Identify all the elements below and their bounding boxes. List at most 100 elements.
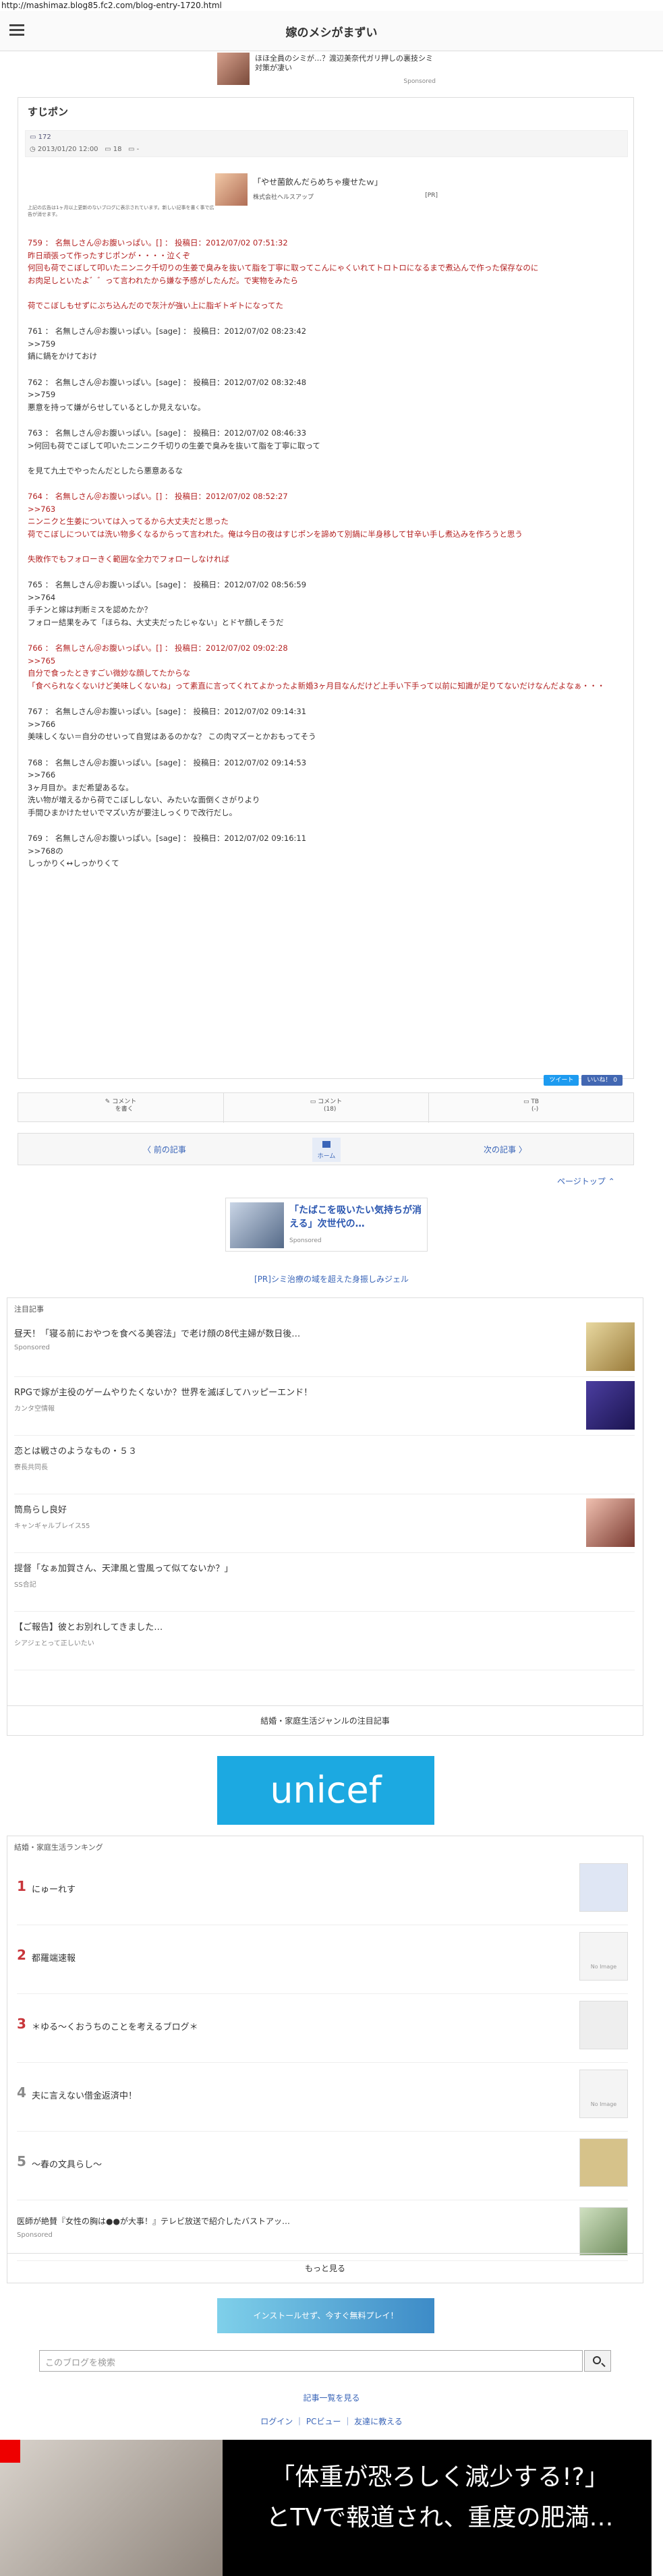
category-icon: ▭ [30,134,38,141]
post-line: >>759 [28,339,56,349]
ad-title[interactable]: 「やせ菌飲んだらめちゃ痩せたｗ」 [253,176,382,187]
ranking-title[interactable]: 都羅端速報 [32,1951,76,1964]
post-line: >>766 [28,770,56,780]
post-header: 765 ： 名無しさん＠お腹いっぱい。[sage] ： 投稿日：2012/07/… [28,580,307,589]
attention-title[interactable]: RPGで嫁が主役のゲームやりたくないか？世界を滅ぼしてハッピーエンド！ [14,1385,312,1398]
like-button[interactable]: いいね！ 0 [581,1075,623,1086]
prev-article-link[interactable]: 〈 前の記事 [143,1144,186,1155]
attention-source: Sponsored [14,1344,50,1351]
search-input[interactable]: このブログを検索 [39,2350,583,2372]
forum-post: 769 ： 名無しさん＠お腹いっぱい。[sage] ： 投稿日：2012/07/… [28,832,628,870]
post-header: 759 ： 名無しさん＠お腹いっぱい。[] ： 投稿日：2012/07/02 0… [28,238,288,247]
attention-item[interactable]: 昼天！「寝る前におやつを食べる美容法」で老け顔の8代主婦が数日後… Sponsor… [14,1318,635,1377]
article-ad[interactable]: 「やせ菌飲んだらめちゃ痩せたｗ」 株式会社ヘルスアップ [PR] [215,173,442,207]
ranking-item[interactable]: 1 にゅーれす [17,1856,628,1925]
search-button[interactable] [584,2350,611,2372]
write-comment-label: コメント を書く [112,1099,137,1113]
post-line: >>764 [28,592,56,602]
ad-thumbnail [579,2207,628,2256]
attention-item[interactable]: 恋とは戦さのようなもの・５３ 寮長共同長 [14,1436,635,1494]
attention-title[interactable]: 恋とは戦さのようなもの・５３ [14,1444,137,1457]
attention-title[interactable]: 昼天！「寝る前におやつを食べる美容法」で老け顔の8代主婦が数日後… [14,1326,300,1339]
post-line: 手間ひまかけたせいでマズい方が要注しっくりで改行だし。 [28,807,237,817]
attention-section: 注目記事 昼天！「寝る前におやつを食べる美容法」で老け顔の8代主婦が数日後… Sp… [7,1297,643,1736]
attention-title[interactable]: 筒鳥らし良好 [14,1502,67,1515]
ranking-thumbnail [579,2138,628,2187]
rank-number: 1 [17,1878,26,1894]
game-banner[interactable]: インストールせず、今すぐ無料プレイ！ [217,2298,434,2333]
post-line: ニンニクと生姜については入ってるから大丈夫だと思った [28,517,229,526]
comment-count[interactable]: 18 [113,146,122,153]
ranking-title[interactable]: 夫に言えない借金返済中！ [32,2088,137,2101]
ad-text[interactable]: 「たばこを吸いたい気持ちが消える」次世代の… [289,1204,423,1231]
ranking-item[interactable]: 5 ～春の文具らし～ [17,2132,628,2200]
attention-title[interactable]: 提督「なぁ加賀さん、天津風と雪風って似てないか？」 [14,1561,233,1574]
forum-post: 768 ： 名無しさん＠お腹いっぱい。[sage] ： 投稿日：2012/07/… [28,757,628,819]
post-line: 荷でこぼしについては洗い物多くなるからって言われた。俺は今日の夜はすじポンを諦め… [28,529,523,539]
post-header: 763 ： 名無しさん＠お腹いっぱい。[sage] ： 投稿日：2012/07/… [28,428,307,438]
ranking-title[interactable]: ～春の文具らし～ [32,2157,102,2170]
tweet-button[interactable]: ツイート [544,1075,579,1086]
trackback-icon: ▭ [523,1099,531,1105]
comments-label: コメント (18) [318,1099,343,1113]
sponsored-label: Sponsored [17,2231,53,2239]
speech-icon: ▭ [310,1099,318,1105]
pr-link[interactable]: [PR]シミ治療の域を超えた身振しみジェル [0,1273,663,1285]
home-label: ホーム [317,1153,336,1160]
bottom-banner-ad[interactable]: 「体重が恐ろしく減少する!?」 とTVで報道され、重度の肥満… [0,2440,652,2576]
attention-item[interactable]: 筒鳥らし良好 キャンギャルブレイス55 [14,1494,635,1553]
attention-source: 寮長共同長 [14,1464,48,1471]
attention-title[interactable]: 【ご報告】彼とお別れしてきました… [14,1620,163,1633]
post-line [28,540,628,553]
section-heading: 注目記事 [14,1305,44,1314]
blog-title[interactable]: 嫁のメシがまずい [0,23,663,40]
forum-post: 759 ： 名無しさん＠お腹いっぱい。[] ： 投稿日：2012/07/02 0… [28,237,628,312]
sponsored-title[interactable]: 医師が絶賛『女性の胸は●●が大事！』テレビ放送で紹介したバストアッ… [17,2215,290,2227]
trackback-button[interactable]: ▭ TB (-) [428,1093,633,1123]
attention-thumbnail [586,1381,635,1430]
ranking-thumbnail [579,2001,628,2049]
share-buttons: ツイート いいね！ 0 [541,1072,623,1086]
page-top-link[interactable]: ページトップ ⌃ [557,1175,615,1187]
category-link[interactable]: 172 [38,134,51,141]
home-button[interactable]: ホーム [312,1138,341,1162]
ad-thumbnail [217,53,250,85]
post-line: 洗い物が増えるから荷でこぼししない、みたいな面倒くさがりより [28,795,260,804]
ranking-thumbnail: No Image [579,2070,628,2118]
header: 嫁のメシがまずい [0,11,663,51]
attention-item[interactable]: 提督「なぁ加賀さん、天津風と雪風って似てないか？」 SS合記 [14,1553,635,1612]
comment-bar: ✎ コメント を書く ▭ コメント (18) ▭ TB (-) [18,1092,634,1123]
post-header: 761 ： 名無しさん＠お腹いっぱい。[sage] ： 投稿日：2012/07/… [28,326,307,336]
comment-icon: ▭ [105,146,113,153]
more-attention-link[interactable]: 結婚・家庭生活ジャンルの注目記事 [7,1705,643,1735]
next-article-link[interactable]: 次の記事 〉 [484,1144,527,1155]
post-line: >>759 [28,390,56,399]
attention-item[interactable]: RPGで嫁が主役のゲームやりたくないか？世界を滅ぼしてハッピーエンド！ カンタ空情… [14,1377,635,1436]
write-comment-button[interactable]: ✎ コメント を書く [18,1093,223,1123]
post-header: 762 ： 名無しさん＠お腹いっぱい。[sage] ： 投稿日：2012/07/… [28,377,307,387]
ranking-title[interactable]: ＊ゆる～くおうちのことを考えるブログ＊ [32,2020,198,2032]
ad-pr-label: [PR] [425,192,438,199]
entry-list-link[interactable]: 記事一覧を見る [0,2392,663,2403]
ranking-item[interactable]: 2 都羅端速報 No Image [17,1925,628,1994]
ranking-more-link[interactable]: もっと見る [7,2253,643,2283]
bottom-ad[interactable]: 「たばこを吸いたい気持ちが消える」次世代の… Sponsored [225,1198,428,1252]
unicef-banner[interactable]: unicef [217,1756,434,1825]
attention-source: シアジェとって正しいたい [14,1640,94,1647]
comments-button[interactable]: ▭ コメント (18) [223,1093,428,1123]
post-line: フォロー結果をみて「ほらね、大丈夫だったじゃない」とドヤ顔しそうだ [28,617,284,627]
attention-item[interactable]: 【ご報告】彼とお別れしてきました… シアジェとって正しいたい [14,1612,635,1670]
footer-links[interactable]: ログイン ｜ PCビュー ｜ 友達に教える [0,2416,663,2427]
ranking-item[interactable]: 3 ＊ゆる～くおうちのことを考えるブログ＊ [17,1994,628,2063]
post-date: 2013/01/20 12:00 [37,146,98,153]
post-line: 「食べられなくないけど美味しくないね」って素直に言ってくれてよかったよ新婚3ヶ月… [28,680,605,691]
ad-text[interactable]: ほほ全員のシミが…？渡辺美奈代ガリ押しの裏技シミ対策が凄い [255,54,437,73]
ad-marker [0,2440,20,2463]
top-ad[interactable]: ほほ全員のシミが…？渡辺美奈代ガリ押しの裏技シミ対策が凄い Sponsored [217,53,438,88]
post-line: お肉足しといたよ゛゛って言われたから嫌な予感がしたんだ。で実物をみたら [28,275,299,285]
ranking-title[interactable]: にゅーれす [32,1882,76,1895]
pencil-icon: ✎ [105,1099,113,1105]
forum-post: 761 ： 名無しさん＠お腹いっぱい。[sage] ： 投稿日：2012/07/… [28,325,628,363]
sponsored-ranking-item[interactable]: 医師が絶賛『女性の胸は●●が大事！』テレビ放送で紹介したバストアッ… Spons… [17,2200,628,2261]
ranking-item[interactable]: 4 夫に言えない借金返済中！ No Image [17,2063,628,2132]
